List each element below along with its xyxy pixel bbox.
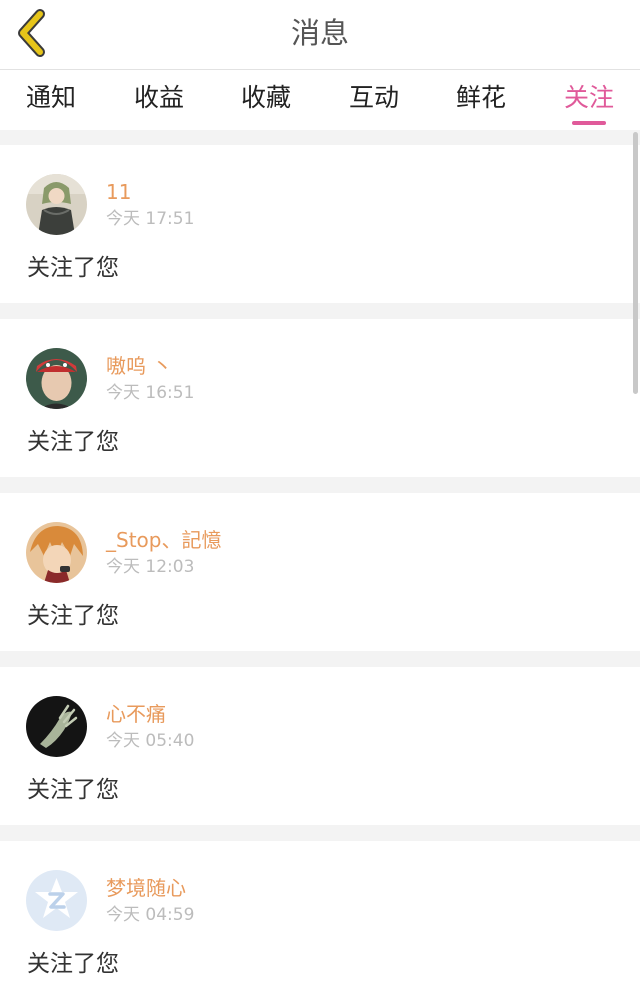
notification-item[interactable]: 嗷呜 丶 今天 16:51 关注了您 — [0, 319, 640, 477]
notification-item[interactable]: 心不痛 今天 05:40 关注了您 — [0, 667, 640, 825]
action-text: 关注了您 — [27, 777, 119, 803]
timestamp: 今天 12:03 — [106, 557, 195, 577]
avatar[interactable] — [26, 522, 87, 583]
action-text: 关注了您 — [27, 429, 119, 455]
tab-favorites[interactable]: 收藏 — [221, 82, 311, 114]
avatar[interactable] — [26, 696, 87, 757]
tab-earnings[interactable]: 收益 — [114, 82, 204, 114]
header-bar: 消息 — [0, 0, 640, 70]
timestamp: 今天 05:40 — [106, 731, 195, 751]
username-link[interactable]: 心不痛 — [106, 701, 166, 727]
avatar[interactable] — [26, 870, 87, 931]
notification-item[interactable]: 11 今天 17:51 关注了您 — [0, 145, 640, 303]
tab-bar: 通知 收益 收藏 互动 鲜花 关注 — [0, 70, 640, 130]
timestamp: 今天 17:51 — [106, 209, 195, 229]
action-text: 关注了您 — [27, 951, 119, 977]
tab-notice[interactable]: 通知 — [6, 82, 96, 114]
tab-follow[interactable]: 关注 — [544, 82, 634, 114]
username-link[interactable]: _Stop、記憶 — [106, 527, 221, 553]
tab-interaction[interactable]: 互动 — [329, 82, 419, 114]
notification-item[interactable]: _Stop、記憶 今天 12:03 关注了您 — [0, 493, 640, 651]
avatar[interactable] — [26, 174, 87, 235]
page-title: 消息 — [290, 16, 349, 50]
tab-flowers[interactable]: 鲜花 — [436, 82, 526, 114]
avatar[interactable] — [26, 348, 87, 409]
app-screen: 消息 通知 收益 收藏 互动 鲜花 关注 11 今天 17:51 关注了您 嗷呜… — [0, 0, 640, 999]
scrollbar[interactable] — [633, 132, 638, 394]
active-tab-indicator — [572, 121, 606, 125]
timestamp: 今天 04:59 — [106, 905, 195, 925]
username-link[interactable]: 嗷呜 丶 — [106, 353, 172, 379]
action-text: 关注了您 — [27, 255, 119, 281]
notification-item[interactable]: 梦境随心 今天 04:59 关注了您 — [0, 841, 640, 999]
action-text: 关注了您 — [27, 603, 119, 629]
username-link[interactable]: 11 — [106, 179, 131, 205]
timestamp: 今天 16:51 — [106, 383, 195, 403]
username-link[interactable]: 梦境随心 — [106, 875, 186, 901]
